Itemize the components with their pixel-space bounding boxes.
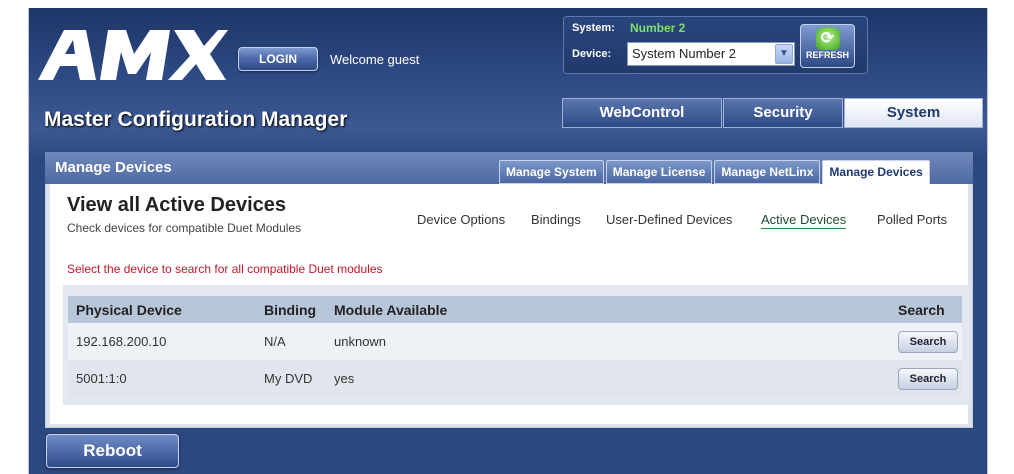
app-title: Master Configuration Manager (44, 108, 348, 131)
table-header-row: Physical Device Binding Module Available… (68, 296, 962, 323)
cell-module: yes (326, 360, 890, 397)
instruction-text: Select the device to search for all comp… (67, 262, 383, 276)
page-title: View all Active Devices (67, 194, 287, 216)
col-module-available: Module Available (326, 296, 890, 323)
chevron-down-icon[interactable]: ▼ (775, 44, 793, 64)
nav-active-devices[interactable]: Active Devices (761, 212, 847, 229)
panel-title: Manage Devices (55, 159, 172, 176)
device-select[interactable]: System Number 2 ▼ (627, 42, 795, 66)
search-button[interactable]: Search (898, 330, 958, 353)
tab-webcontrol[interactable]: WebControl (562, 98, 722, 128)
col-search: Search (890, 296, 962, 323)
devices-table: Physical Device Binding Module Available… (68, 296, 962, 397)
tab-manage-devices[interactable]: Manage Devices (822, 160, 930, 184)
system-value: Number 2 (630, 21, 686, 35)
tab-manage-system[interactable]: Manage System (499, 160, 604, 184)
cell-module: unknown (326, 323, 890, 360)
tab-manage-license[interactable]: Manage License (605, 160, 713, 184)
refresh-icon: ⟳ (815, 28, 840, 50)
reboot-button[interactable]: Reboot (46, 434, 179, 468)
cell-device: 192.168.200.10 (68, 323, 256, 360)
tab-security[interactable]: Security (723, 98, 843, 128)
device-label: Device: (572, 48, 612, 60)
search-button[interactable]: Search (898, 367, 958, 390)
device-select-value: System Number 2 (632, 46, 737, 61)
tab-manage-netlinx[interactable]: Manage NetLinx (714, 160, 821, 184)
col-physical-device: Physical Device (68, 296, 256, 323)
nav-device-options[interactable]: Device Options (417, 212, 505, 227)
nav-polled-ports[interactable]: Polled Ports (877, 212, 947, 227)
page-subtitle: Check devices for compatible Duet Module… (67, 221, 302, 235)
refresh-button[interactable]: ⟳ REFRESH (800, 24, 855, 68)
top-nav-tabs: WebControl Security System (562, 98, 984, 128)
refresh-label: REFRESH (805, 50, 849, 60)
nav-user-defined-devices[interactable]: User-Defined Devices (606, 212, 732, 227)
sub-tabs: Manage System Manage License Manage NetL… (499, 160, 932, 184)
table-row: 5001:1:0 My DVD yes Search (68, 360, 962, 397)
table-row: 192.168.200.10 N/A unknown Search (68, 323, 962, 360)
welcome-text: Welcome guest (330, 52, 420, 67)
cell-device: 5001:1:0 (68, 360, 256, 397)
system-label: System: (572, 22, 615, 34)
col-binding: Binding (256, 296, 326, 323)
nav-bindings[interactable]: Bindings (531, 212, 581, 227)
amx-logo (38, 24, 228, 84)
login-button[interactable]: LOGIN (238, 47, 318, 71)
cell-binding: N/A (256, 323, 326, 360)
tab-system[interactable]: System (844, 98, 983, 128)
cell-binding: My DVD (256, 360, 326, 397)
